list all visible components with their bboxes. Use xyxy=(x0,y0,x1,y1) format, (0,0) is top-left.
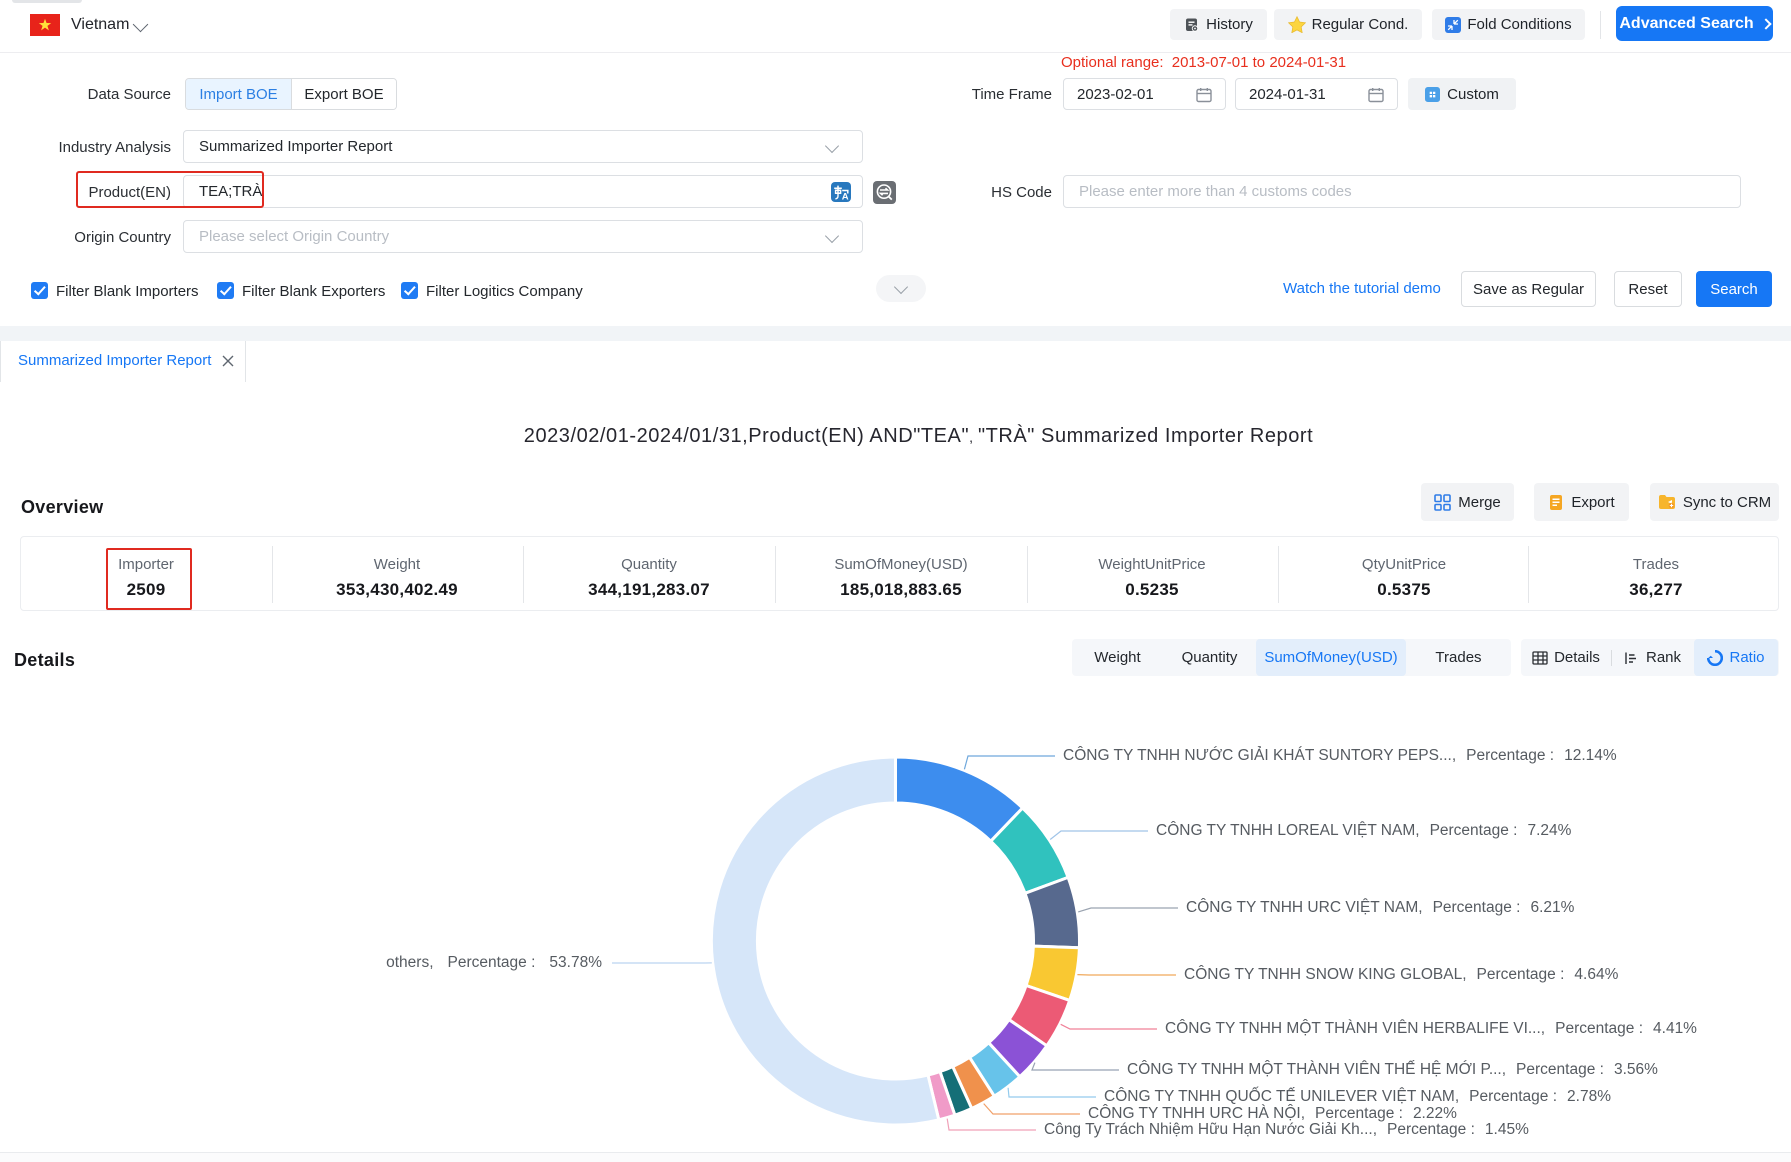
svg-text:A: A xyxy=(842,191,849,202)
